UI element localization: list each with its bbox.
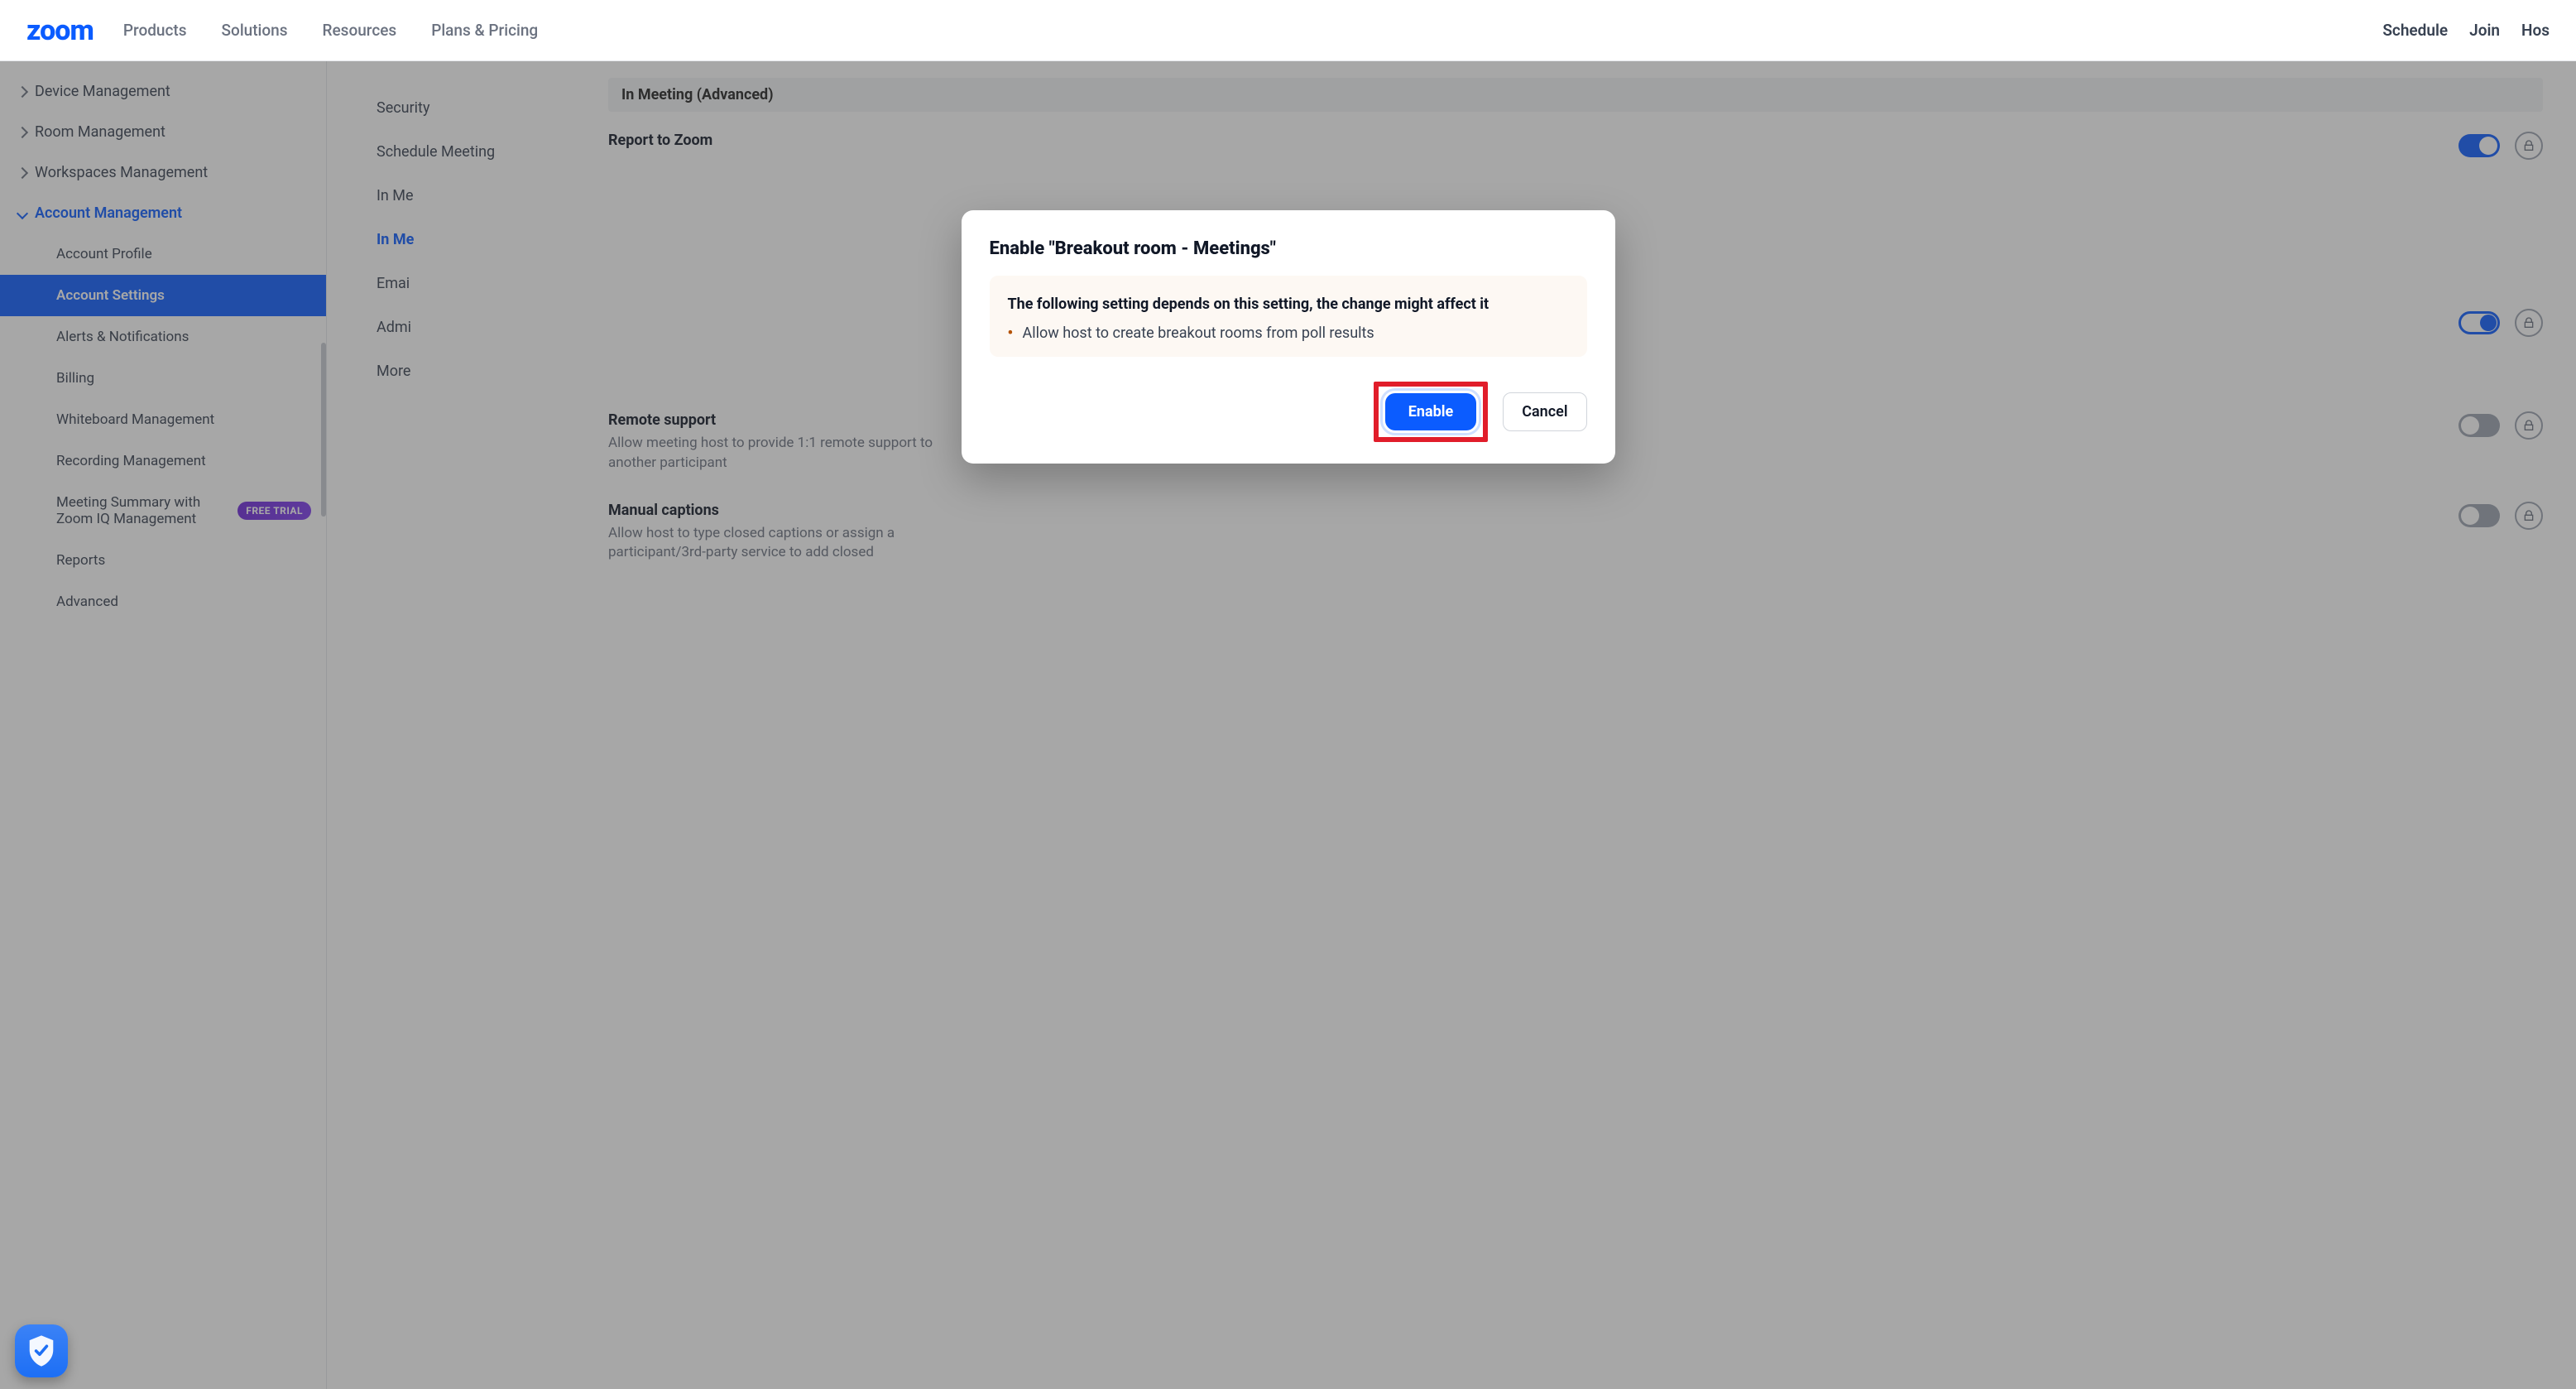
warning-item: Allow host to create breakout rooms from…	[1008, 324, 1569, 342]
warning-list: Allow host to create breakout rooms from…	[1008, 324, 1569, 342]
modal-actions: Enable Cancel	[990, 382, 1587, 442]
nav-plans-pricing[interactable]: Plans & Pricing	[431, 21, 538, 40]
shield-icon[interactable]	[15, 1324, 68, 1377]
modal-overlay[interactable]: Enable "Breakout room - Meetings" The fo…	[0, 61, 2576, 1389]
nav-resources[interactable]: Resources	[323, 21, 397, 40]
nav-schedule[interactable]: Schedule	[2382, 21, 2448, 40]
nav-host[interactable]: Hos	[2521, 21, 2550, 40]
nav-solutions[interactable]: Solutions	[222, 21, 288, 40]
main: Device Management Room Management Worksp…	[0, 61, 2576, 1389]
highlight-annotation: Enable	[1374, 382, 1488, 442]
modal-title: Enable "Breakout room - Meetings"	[990, 238, 1587, 259]
nav-join[interactable]: Join	[2469, 21, 2500, 40]
enable-button[interactable]: Enable	[1385, 393, 1476, 430]
top-right: Schedule Join Hos	[2382, 21, 2550, 40]
logo[interactable]: zoom	[26, 14, 94, 47]
modal-enable-breakout: Enable "Breakout room - Meetings" The fo…	[962, 210, 1615, 464]
cancel-button[interactable]: Cancel	[1503, 392, 1586, 431]
top-menu: Products Solutions Resources Plans & Pri…	[123, 21, 538, 40]
top-nav: zoom Products Solutions Resources Plans …	[0, 0, 2576, 61]
nav-products[interactable]: Products	[123, 21, 187, 40]
warning-text: The following setting depends on this se…	[1008, 294, 1569, 315]
warning-box: The following setting depends on this se…	[990, 276, 1587, 357]
